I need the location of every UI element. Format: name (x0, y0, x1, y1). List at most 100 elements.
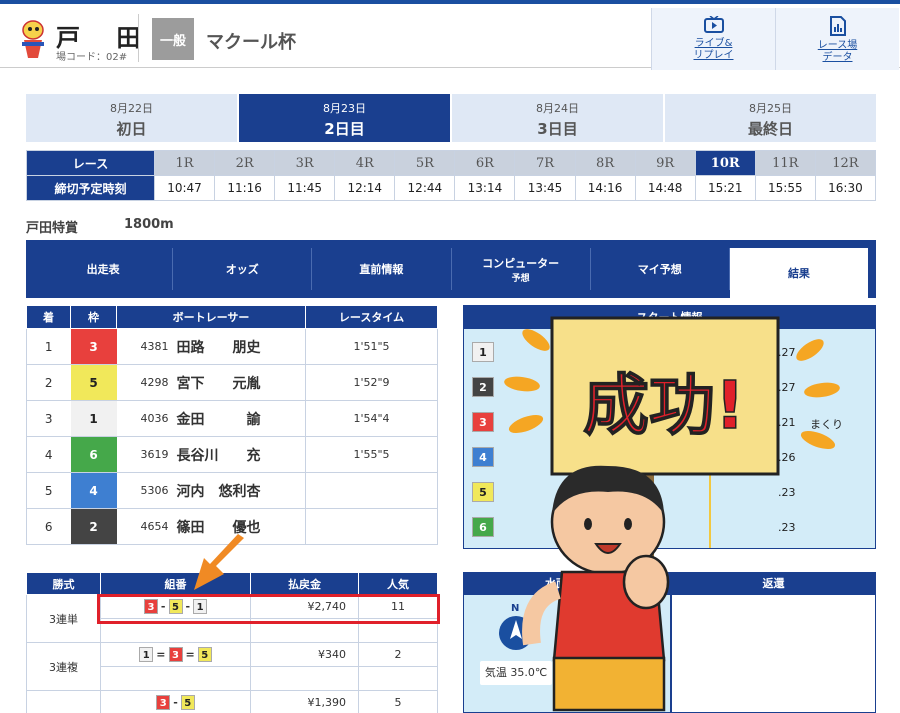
day-date: 8月23日 (323, 102, 366, 115)
deadline-time: 10:47 (153, 175, 216, 201)
bet-type: 3連複 (26, 642, 101, 691)
race-tab-1[interactable]: 1R (153, 150, 216, 176)
tab-my-prediction[interactable]: マイ予想 (591, 248, 730, 290)
tab-label: コンピューター (482, 256, 560, 270)
race-name: 戸田特賞 (26, 221, 79, 236)
grade-badge: 一般 (152, 18, 194, 60)
racer-name-link[interactable]: 田路 朋史 (176, 328, 306, 365)
start-waku-badge: 1 (472, 342, 494, 362)
race-tab-10[interactable]: 10R (694, 150, 756, 176)
day-date: 8月22日 (110, 102, 153, 115)
day-label: 3日目 (537, 120, 578, 138)
race-tab-6[interactable]: 6R (454, 150, 516, 176)
live-replay-button[interactable]: ライブ& リプレイ (651, 8, 775, 70)
tab-entry-list[interactable]: 出走表 (34, 248, 174, 290)
tab-odds[interactable]: オッズ (173, 248, 313, 290)
tab-label: オッズ (225, 263, 259, 276)
weather-panel: 水面気象 N 気温 35.0℃ 晴 (463, 572, 671, 713)
live-replay-label-2: リプレイ (693, 50, 734, 61)
content-tabs: 出走表 オッズ 直前情報 コンピューター 予想 マイ予想 結果 (26, 240, 876, 298)
col-bet-type: 勝式 (26, 572, 101, 595)
race-tab-3[interactable]: 3R (274, 150, 336, 176)
racer-reg-no: 4036 (116, 400, 177, 437)
highlight-box (97, 594, 440, 624)
venue-code: 場コード：02# (56, 52, 128, 63)
combo-chip: 5 (197, 647, 212, 662)
day-tab-3[interactable]: 8月24日 3日目 (452, 94, 665, 142)
race-time: 1'52"9 (305, 364, 438, 401)
pointer-arrow (194, 534, 244, 590)
mascot-logo (22, 20, 44, 58)
data-file-icon (829, 16, 846, 36)
race-time (305, 508, 438, 545)
rank: 1 (26, 328, 71, 365)
deadline-label: 締切予定時刻 (26, 175, 155, 201)
start-timing: .23 (778, 521, 796, 534)
combo-chip: 3 (168, 647, 183, 662)
race-tab-4[interactable]: 4R (334, 150, 396, 176)
compass-icon: N (499, 603, 533, 650)
payout-amount: ¥1,390 (250, 690, 359, 713)
start-waku-badge: 6 (472, 517, 494, 537)
start-waku-badge: 2 (472, 377, 494, 397)
deadline-time: 11:16 (214, 175, 276, 201)
col-racer: ボートレーサー (116, 305, 306, 329)
racer-name-link[interactable]: 長谷川 充 (176, 436, 306, 473)
combination: 3-5 (100, 690, 251, 713)
col-time: レースタイム (305, 305, 438, 329)
race-tab-5[interactable]: 5R (394, 150, 456, 176)
payout-amount: ¥340 (250, 642, 359, 667)
race-tab-7[interactable]: 7R (514, 150, 576, 176)
deadline-time: 12:14 (334, 175, 396, 201)
day-tab-1[interactable]: 8月22日 初日 (26, 94, 239, 142)
racer-reg-no: 3619 (116, 436, 177, 473)
racer-name-link[interactable]: 宮下 元胤 (176, 364, 306, 401)
combo-separator: - (173, 696, 178, 709)
race-tab-9[interactable]: 9R (634, 150, 696, 176)
race-tab-12[interactable]: 12R (814, 150, 877, 176)
tab-pre-race-info[interactable]: 直前情報 (312, 248, 452, 290)
tab-results[interactable]: 結果 (729, 248, 869, 298)
tab-label: 直前情報 (359, 263, 404, 276)
race-tab-11[interactable]: 11R (754, 150, 816, 176)
waku-badge: 2 (70, 508, 117, 545)
day-tab-2[interactable]: 8月23日 2日目 (239, 94, 452, 142)
combo-chip: 3 (156, 695, 171, 710)
rank: 4 (26, 436, 71, 473)
day-tab-4[interactable]: 8月25日 最終日 (665, 94, 876, 142)
rank: 3 (26, 400, 71, 437)
popularity: 2 (358, 642, 438, 667)
table-row: 3-5 ¥1,390 5 (26, 690, 438, 713)
start-info-title: スタート情報 (464, 306, 875, 329)
header-bar: 戸 田 場コード：02# 一般 マクール杯 ライブ& リプレイ レース場 データ (0, 0, 900, 70)
waku-badge: 1 (70, 400, 117, 437)
deadline-time: 12:44 (394, 175, 456, 201)
deadline-time: 16:30 (814, 175, 877, 201)
tab-computer-prediction[interactable]: コンピューター 予想 (452, 248, 591, 290)
racer-reg-no: 4381 (116, 328, 177, 365)
venue-data-button[interactable]: レース場 データ (775, 8, 899, 70)
combo-chip: 5 (180, 695, 195, 710)
weather-title: 水面気象 (464, 573, 670, 595)
start-waku-badge: 5 (472, 482, 494, 502)
race-time (305, 472, 438, 509)
deadline-time: 11:45 (274, 175, 336, 201)
race-tab-2[interactable]: 2R (214, 150, 276, 176)
racer-name-link[interactable]: 金田 諭 (176, 400, 306, 437)
rank: 5 (26, 472, 71, 509)
air-temperature: 気温 35.0℃ (480, 661, 552, 685)
racer-name-link[interactable]: 河内 悠利杏 (176, 472, 306, 509)
refund-title: 返還 (672, 573, 875, 595)
day-tabs: 8月22日 初日 8月23日 2日目 8月24日 3日目 8月25日 最終日 (26, 94, 876, 142)
tv-icon (703, 16, 724, 33)
day-label: 最終日 (747, 120, 793, 138)
start-waku-badge: 4 (472, 447, 494, 467)
waku-badge: 4 (70, 472, 117, 509)
race-time: 1'51"5 (305, 328, 438, 365)
table-row: 4 6 3619 長谷川 充 1'55"5 (26, 436, 438, 473)
table-row: 2 5 4298 宮下 元胤 1'52"9 (26, 364, 438, 401)
waku-badge: 6 (70, 436, 117, 473)
deadline-time: 13:45 (514, 175, 576, 201)
race-tab-8[interactable]: 8R (574, 150, 636, 176)
weather-condition: 晴 (592, 661, 626, 685)
